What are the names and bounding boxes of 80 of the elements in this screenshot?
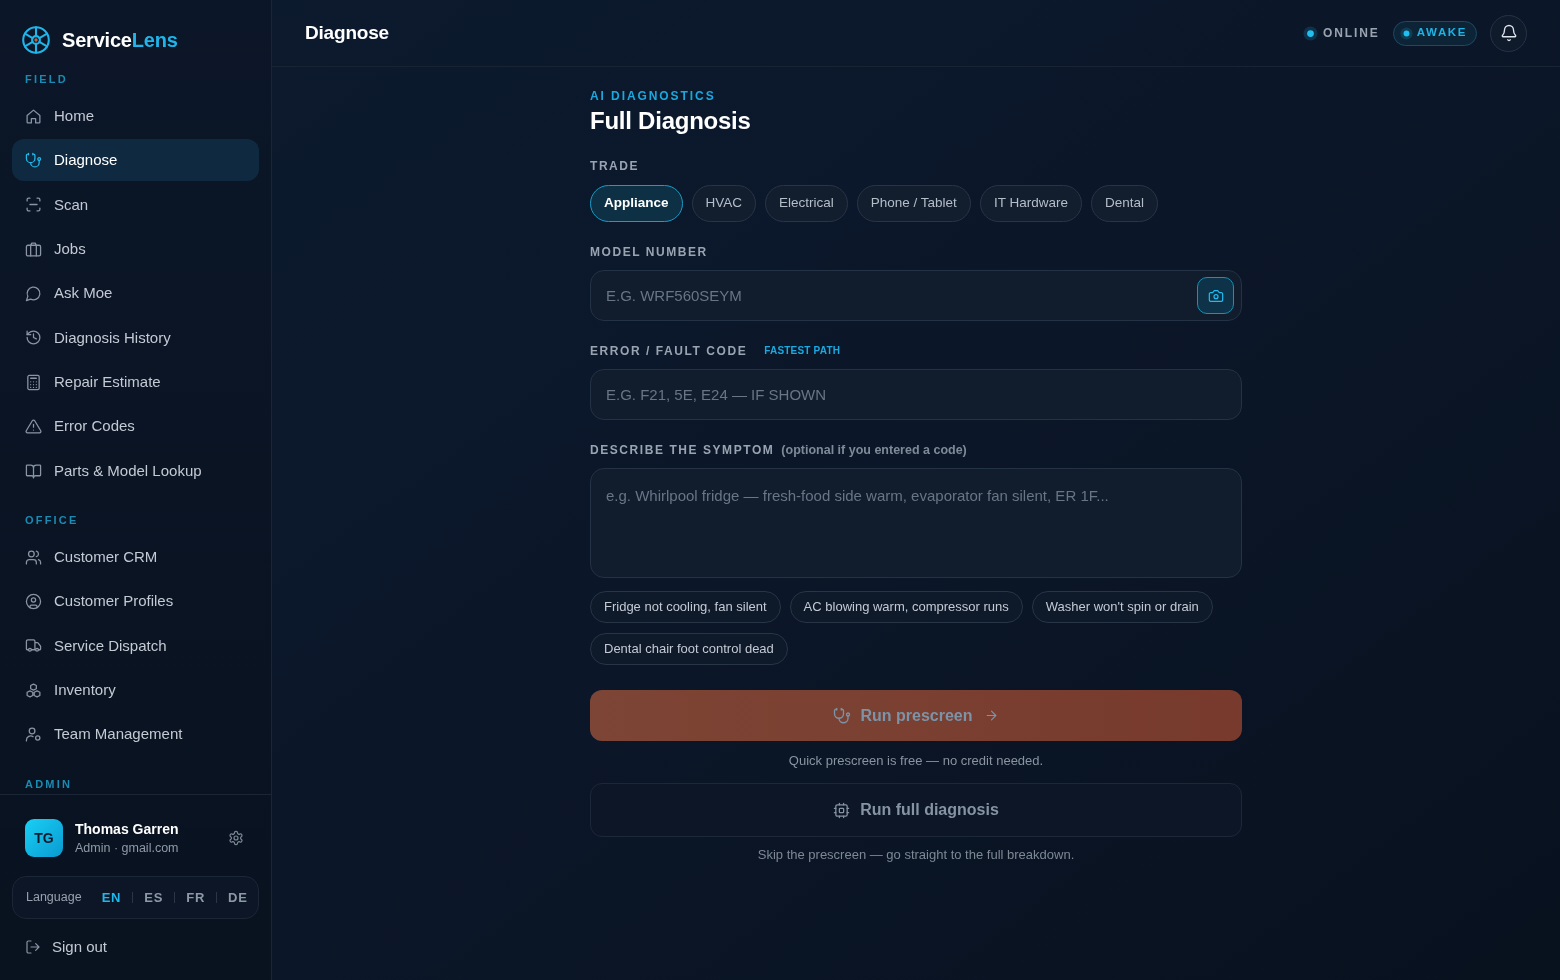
book-icon bbox=[25, 462, 42, 480]
suggestion-chip[interactable]: Fridge not cooling, fan silent bbox=[590, 591, 781, 623]
language-option[interactable]: EN bbox=[101, 887, 122, 908]
nav-item[interactable]: Customer CRM bbox=[12, 536, 259, 579]
helper-text: Quick prescreen is free — no credit needed. bbox=[787, 752, 1045, 770]
camera-icon bbox=[1207, 287, 1224, 304]
stethoscope-icon bbox=[833, 706, 852, 725]
status-dot-icon bbox=[1399, 26, 1413, 40]
field-label: MODEL NUMBER bbox=[590, 244, 709, 260]
trade-chip[interactable]: Electrical bbox=[765, 185, 848, 222]
suggestion-chip[interactable]: AC blowing warm, compressor runs bbox=[789, 591, 1023, 623]
boxes-icon bbox=[25, 681, 42, 699]
language-label: Language bbox=[26, 889, 82, 907]
settings-icon bbox=[228, 830, 244, 846]
user-name: Thomas Garren bbox=[75, 819, 179, 839]
trade-chip[interactable]: HVAC bbox=[691, 185, 757, 222]
stethoscope-icon bbox=[25, 151, 42, 169]
page-title: Diagnose bbox=[305, 20, 389, 45]
briefcase-icon bbox=[25, 240, 42, 258]
history-icon bbox=[25, 329, 42, 347]
nav-item[interactable]: Service Dispatch bbox=[12, 624, 259, 667]
language-option[interactable]: ES bbox=[144, 887, 164, 908]
scan-icon bbox=[25, 196, 42, 214]
model-number-field[interactable]: E.G. WRF560SEYM bbox=[590, 270, 1242, 321]
logo-icon bbox=[22, 26, 50, 54]
avatar: TG bbox=[25, 819, 63, 857]
section-heading: FIELD bbox=[24, 72, 69, 86]
trade-chip[interactable]: Dental bbox=[1090, 185, 1158, 222]
fault-code-field[interactable]: E.G. F21, 5E, E24 — IF SHOWN bbox=[590, 369, 1242, 420]
trade-chip[interactable]: Appliance bbox=[590, 185, 683, 222]
status-text: AWAKE bbox=[1416, 25, 1467, 41]
nav-item[interactable]: Repair Estimate bbox=[12, 361, 259, 404]
nav-item[interactable]: Error Codes bbox=[12, 405, 259, 448]
helper-text: Skip the prescreen — go straight to the full breakdown. bbox=[756, 846, 1076, 864]
trade-chip[interactable]: Phone / Tablet bbox=[856, 185, 971, 222]
section-heading: ADMIN bbox=[24, 776, 74, 791]
calculator-icon bbox=[25, 373, 42, 391]
chip-icon bbox=[833, 801, 851, 819]
form-title: Full Diagnosis bbox=[590, 106, 752, 136]
user-gear-icon bbox=[25, 726, 42, 744]
language-option[interactable]: DE bbox=[228, 887, 248, 908]
nav-item[interactable]: Inventory bbox=[12, 669, 259, 712]
nav-item[interactable]: Parts & Model Lookup bbox=[12, 450, 259, 493]
truck-icon bbox=[25, 637, 42, 655]
language-option[interactable]: FR bbox=[186, 887, 206, 908]
arrow-right-icon bbox=[983, 708, 999, 723]
notifications-button[interactable] bbox=[1490, 14, 1527, 52]
field-label: TRADE bbox=[590, 158, 641, 174]
nav-item[interactable]: Team Management bbox=[12, 713, 259, 756]
user-subtitle: Admin · gmail.com bbox=[75, 839, 179, 857]
status-dot-icon bbox=[1302, 25, 1318, 41]
field-label: DESCRIBE THE SYMPTOM bbox=[590, 442, 775, 458]
sign-out-button[interactable]: Sign out bbox=[25, 935, 108, 959]
suggestion-chip[interactable]: Washer won't spin or drain bbox=[1031, 591, 1213, 623]
nav-item[interactable]: Jobs bbox=[12, 228, 259, 271]
status-text: ONLINE bbox=[1322, 25, 1380, 42]
sign-out-icon bbox=[25, 939, 41, 955]
settings-button[interactable] bbox=[228, 830, 244, 846]
trade-chip[interactable]: IT Hardware bbox=[979, 185, 1082, 222]
eyebrow-label: AI DIAGNOSTICS bbox=[590, 88, 717, 104]
hint-tag: FASTEST PATH bbox=[764, 344, 841, 358]
bell-icon bbox=[1499, 24, 1518, 42]
users-icon bbox=[25, 548, 42, 566]
nav-item[interactable]: Diagnosis History bbox=[12, 316, 259, 359]
field-label: ERROR / FAULT CODE bbox=[590, 343, 748, 359]
nav-item[interactable]: Ask Moe bbox=[12, 272, 259, 315]
nav-item[interactable]: Diagnose bbox=[12, 139, 259, 182]
nav-item[interactable]: Customer Profiles bbox=[12, 580, 259, 623]
warning-icon bbox=[25, 418, 42, 436]
user-circle-icon bbox=[25, 593, 42, 610]
home-icon bbox=[25, 107, 42, 125]
suggestion-chip[interactable]: Dental chair foot control dead bbox=[590, 633, 788, 665]
nav-item[interactable]: Home bbox=[12, 95, 259, 137]
section-heading: OFFICE bbox=[24, 513, 80, 528]
symptom-field[interactable]: e.g. Whirlpool fridge — fresh-food side warm, evaporator fan silent, ER 1F... bbox=[590, 468, 1242, 578]
nav-item[interactable]: Scan bbox=[12, 183, 259, 226]
field-hint: (optional if you entered a code) bbox=[781, 442, 967, 458]
brand-name: ServiceLens bbox=[62, 28, 178, 53]
camera-button[interactable] bbox=[1197, 277, 1234, 314]
chat-bubble-icon bbox=[25, 285, 42, 303]
